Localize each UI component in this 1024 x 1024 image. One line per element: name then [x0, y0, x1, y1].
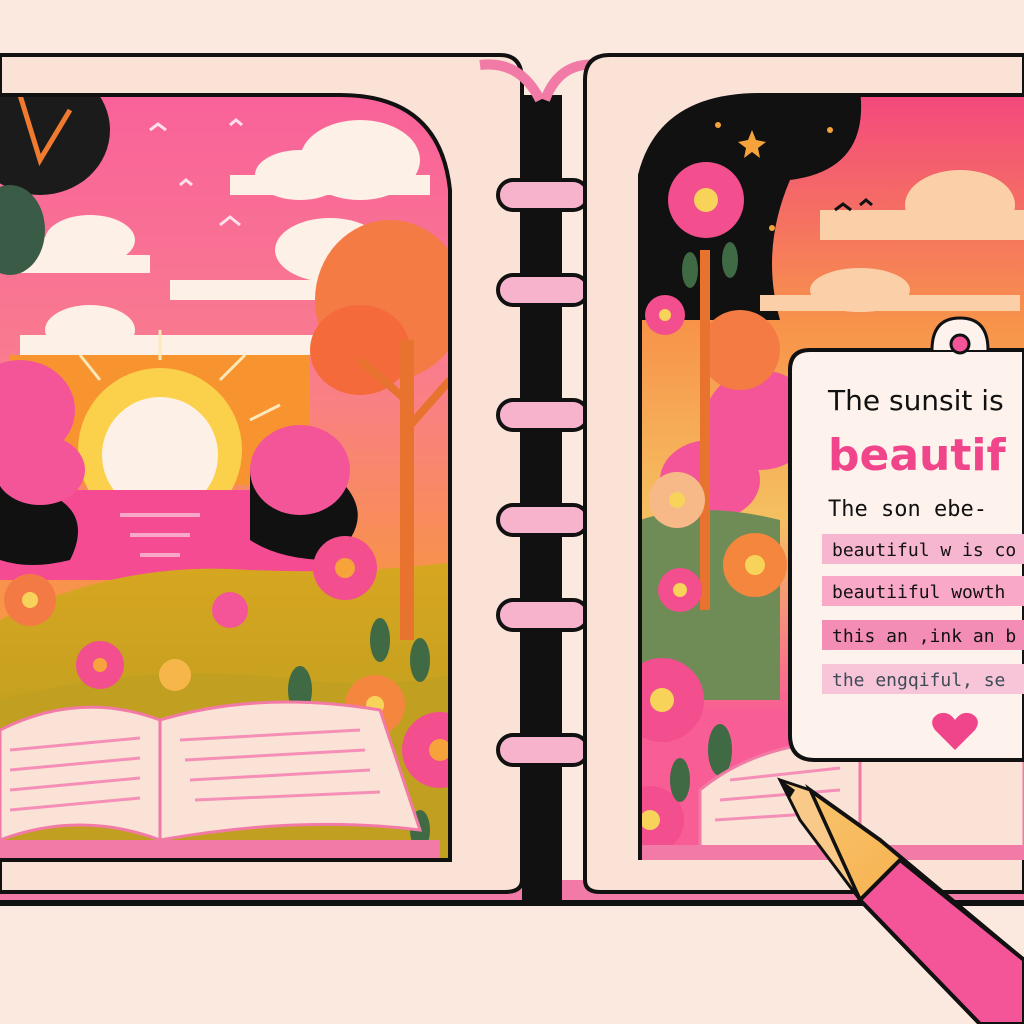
highlight-text: beautiiful wowth	[832, 582, 1005, 603]
card-line-3: The son ebe-	[828, 497, 987, 522]
notebook-illustration: The sunsit is beautif The son ebe- beaut…	[0, 53, 1024, 1024]
highlight-text: beautiful w is co	[832, 540, 1016, 561]
highlight-text: this an ,ink an b	[832, 626, 1016, 647]
card-line-1: The sunsit is	[827, 384, 1004, 417]
note-card: The sunsit is beautif The son ebe- beaut…	[788, 316, 1024, 762]
highlight-text: the engqiful, se	[832, 670, 1005, 691]
left-page	[0, 53, 524, 894]
card-line-2: beautif	[828, 430, 1006, 481]
